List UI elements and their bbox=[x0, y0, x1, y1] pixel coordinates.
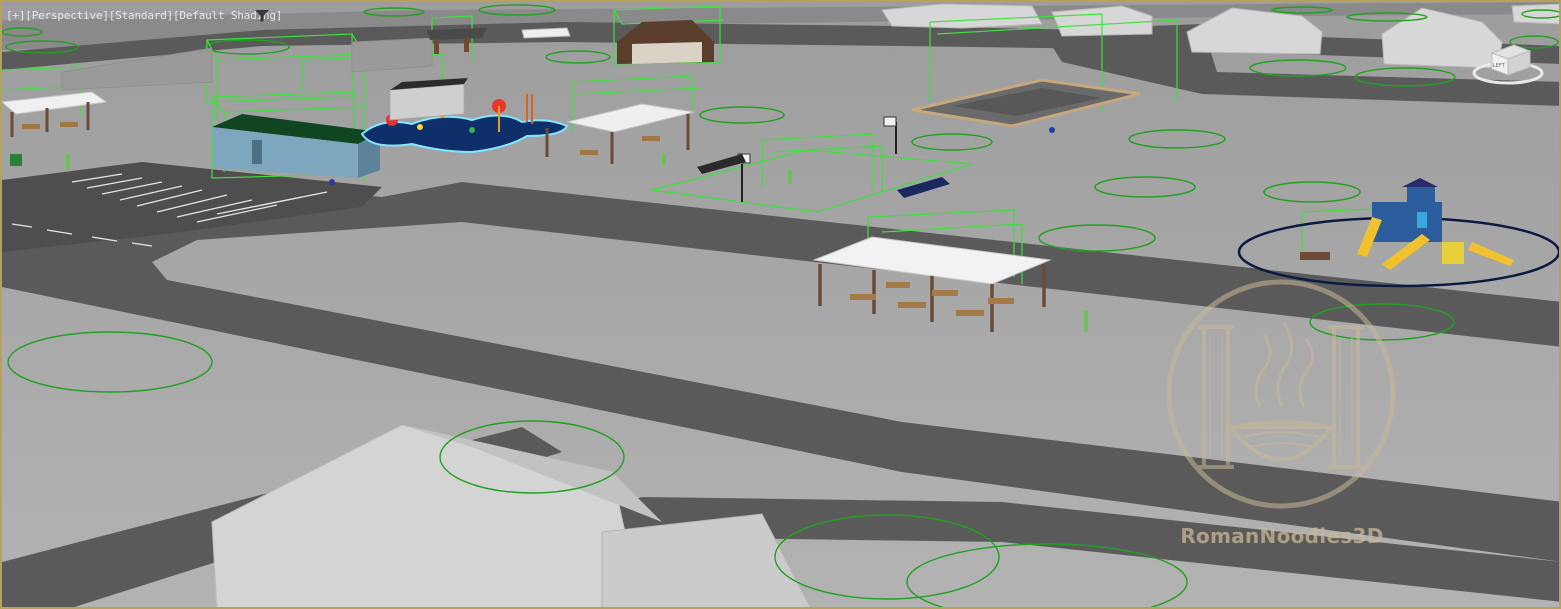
viewcube-face-label: LEFT bbox=[1493, 63, 1506, 69]
watermark-text: RomanNoodles3D bbox=[1180, 524, 1384, 548]
viewport-view-menu[interactable]: [Perspective] bbox=[25, 9, 109, 22]
restroom-building bbox=[389, 78, 468, 121]
viewcube-icon[interactable]: LEFT bbox=[1470, 37, 1546, 89]
funnel-icon[interactable] bbox=[255, 10, 269, 22]
viewport-perspective[interactable]: [+][Perspective][Standard][Default Shadi… bbox=[0, 0, 1561, 609]
viewport-mode-menu[interactable]: [Standard] bbox=[109, 9, 173, 22]
viewport-label: [+][Perspective][Standard][Default Shadi… bbox=[6, 8, 282, 24]
viewport-plus-menu[interactable]: [+] bbox=[6, 9, 25, 22]
watermark-logo bbox=[1166, 279, 1396, 509]
